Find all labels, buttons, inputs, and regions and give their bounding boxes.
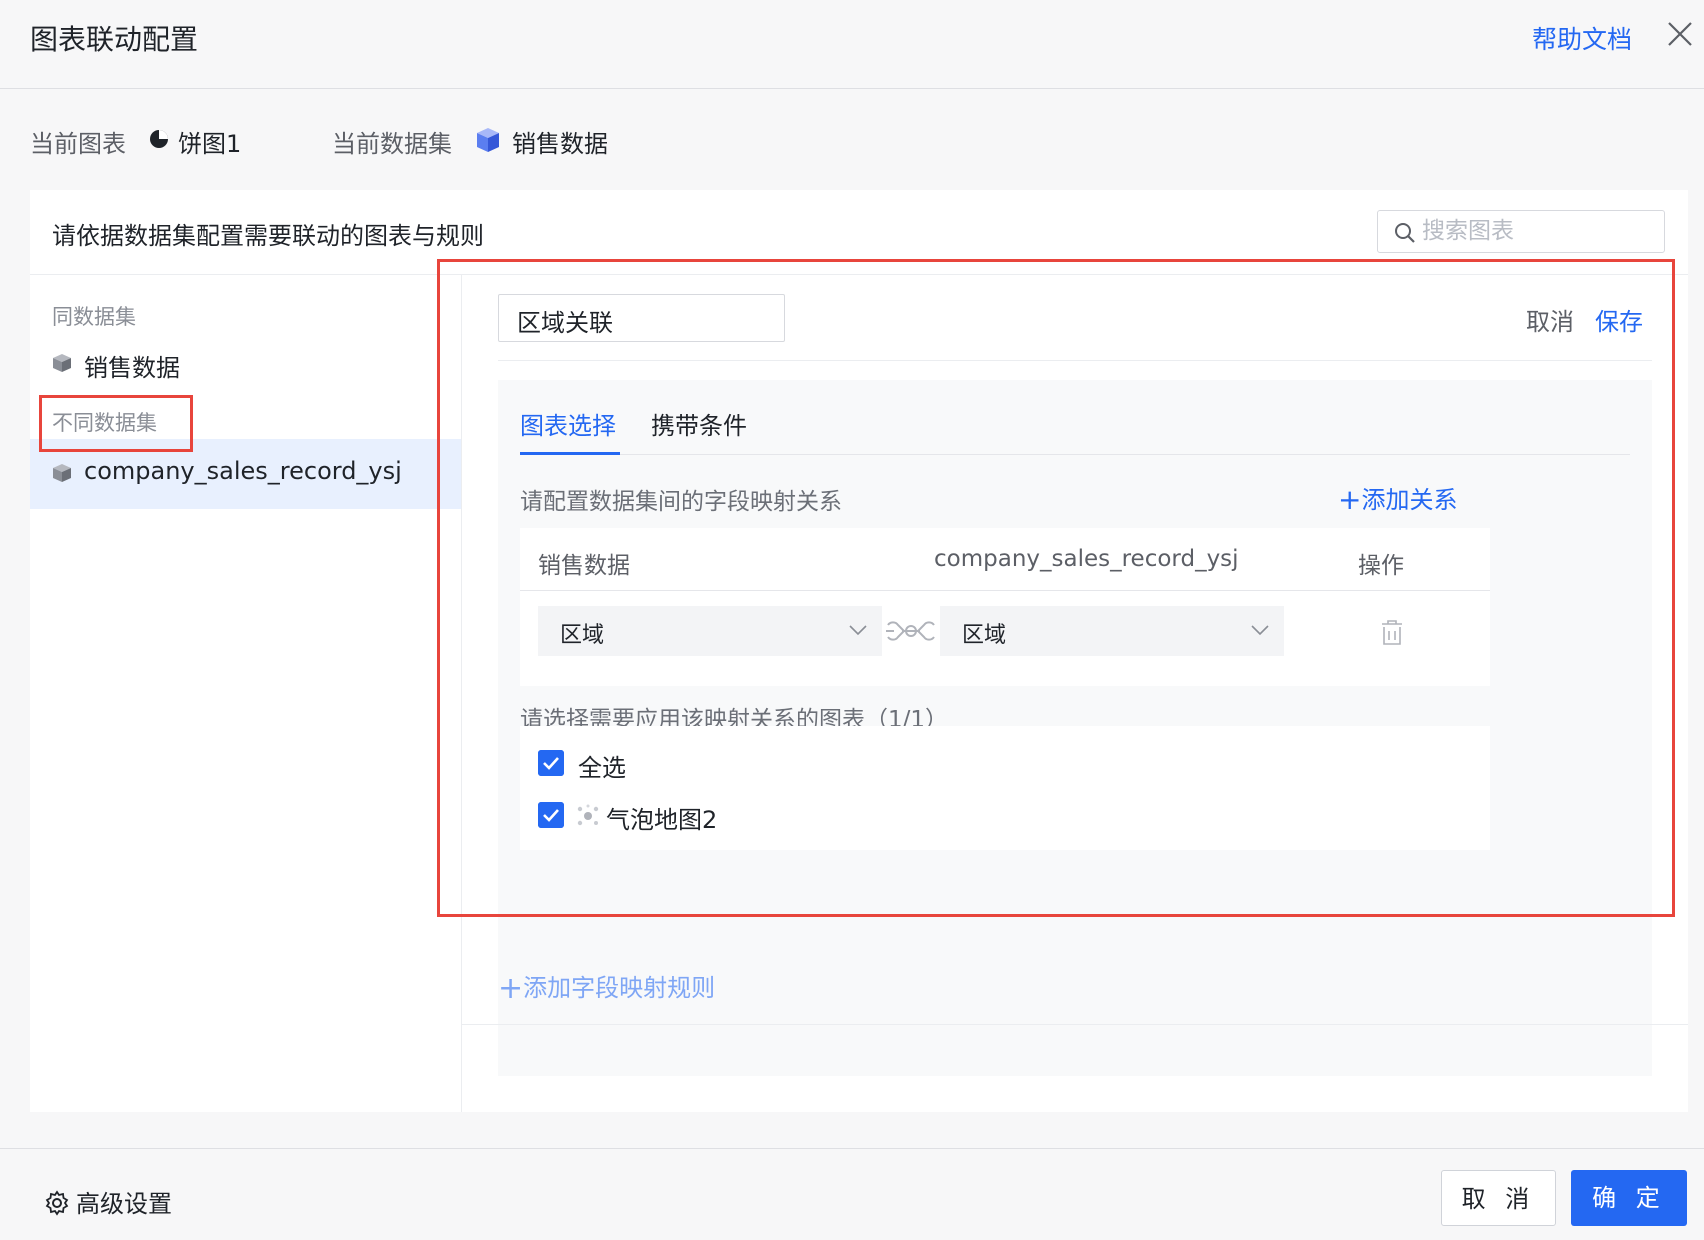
source-field-value: 区域 (560, 623, 605, 648)
close-icon[interactable] (1666, 20, 1694, 48)
dataset-item-label: 销售数据 (84, 354, 180, 382)
current-dataset-label: 当前数据集 (332, 130, 452, 158)
checkbox-checked-icon (538, 750, 564, 776)
add-mapping-rule-button[interactable]: +添加字段映射规则 (498, 968, 716, 1006)
add-relation-label: 添加关系 (1361, 486, 1458, 514)
table-header-divider (520, 590, 1490, 591)
mapping-hint: 请配置数据集间的字段映射关系 (520, 489, 842, 515)
chart-checkbox-list: 全选 气泡地图2 (520, 726, 1490, 850)
confirm-button[interactable]: 确 定 (1571, 1170, 1687, 1226)
select-all-checkbox[interactable]: 全选 (538, 748, 658, 782)
link-icon (886, 621, 935, 641)
field-mapping-table: 销售数据 company_sales_record_ysj 操作 区域 区域 (520, 528, 1490, 686)
table-header-source: 销售数据 (538, 553, 630, 579)
current-dataset-value: 销售数据 (512, 130, 608, 158)
tab-divider (520, 454, 1630, 455)
footer-divider (0, 1148, 1704, 1149)
same-dataset-group-label: 同数据集 (52, 305, 136, 329)
rules-bottom-divider (462, 1024, 1688, 1025)
plus-icon: + (498, 971, 524, 1006)
target-field-select[interactable]: 区域 (940, 606, 1284, 656)
panel-title: 请依据数据集配置需要联动的图表与规则 (52, 222, 484, 250)
bubble-map-icon (577, 804, 599, 826)
chevron-down-icon (849, 625, 867, 636)
search-box[interactable] (1377, 210, 1665, 253)
diff-dataset-group-label: 不同数据集 (52, 411, 157, 435)
chart-checkbox-bubble-map[interactable]: 气泡地图2 (538, 800, 738, 834)
pie-chart-icon (150, 130, 168, 148)
select-all-label: 全选 (578, 754, 626, 782)
cube-icon (477, 128, 499, 152)
trash-icon[interactable] (1380, 620, 1404, 646)
gear-icon (45, 1190, 69, 1216)
chevron-down-icon (1251, 625, 1269, 636)
add-relation-button[interactable]: +添加关系 (1338, 480, 1458, 516)
search-input[interactable] (1422, 216, 1657, 246)
checkbox-checked-icon (538, 802, 564, 828)
tab-carry-conditions[interactable]: 携带条件 (651, 406, 747, 441)
advanced-settings-button[interactable]: 高级设置 (44, 1184, 172, 1219)
source-field-select[interactable]: 区域 (538, 606, 882, 656)
tab-chart-select[interactable]: 图表选择 (520, 406, 616, 441)
add-mapping-rule-label: 添加字段映射规则 (523, 974, 716, 1002)
dataset-item-sales[interactable]: 销售数据 (30, 330, 461, 400)
cube-icon (53, 354, 71, 372)
config-panel: 请依据数据集配置需要联动的图表与规则 同数据集 销售数据 不同数据集 com (30, 190, 1688, 1112)
dataset-item-company-sales[interactable]: company_sales_record_ysj (30, 439, 461, 509)
dialog-header: 图表联动配置 帮助文档 (0, 0, 1704, 89)
help-docs-link[interactable]: 帮助文档 (1532, 20, 1632, 56)
rule-cancel-button[interactable]: 取消 (1526, 302, 1574, 337)
rule-divider (498, 360, 1652, 361)
advanced-settings-label: 高级设置 (76, 1190, 172, 1218)
rule-save-button[interactable]: 保存 (1595, 302, 1643, 337)
rule-name-input[interactable]: 区域关联 (498, 294, 785, 342)
table-header-actions: 操作 (1358, 553, 1404, 579)
cube-icon (53, 464, 71, 482)
chart-checkbox-label: 气泡地图2 (606, 806, 718, 834)
target-field-value: 区域 (962, 623, 1007, 648)
current-chart-label: 当前图表 (30, 130, 126, 158)
dialog-title: 图表联动配置 (30, 23, 199, 56)
dataset-item-label: company_sales_record_ysj (84, 457, 402, 485)
dataset-list: 同数据集 销售数据 不同数据集 company_sales_record_ysj (30, 275, 462, 1112)
search-icon (1395, 223, 1415, 243)
cancel-button[interactable]: 取 消 (1441, 1170, 1556, 1226)
table-header-target: company_sales_record_ysj (934, 546, 1239, 572)
plus-icon: + (1338, 483, 1362, 516)
active-tab-indicator (520, 452, 620, 455)
current-chart-value: 饼图1 (178, 130, 242, 158)
